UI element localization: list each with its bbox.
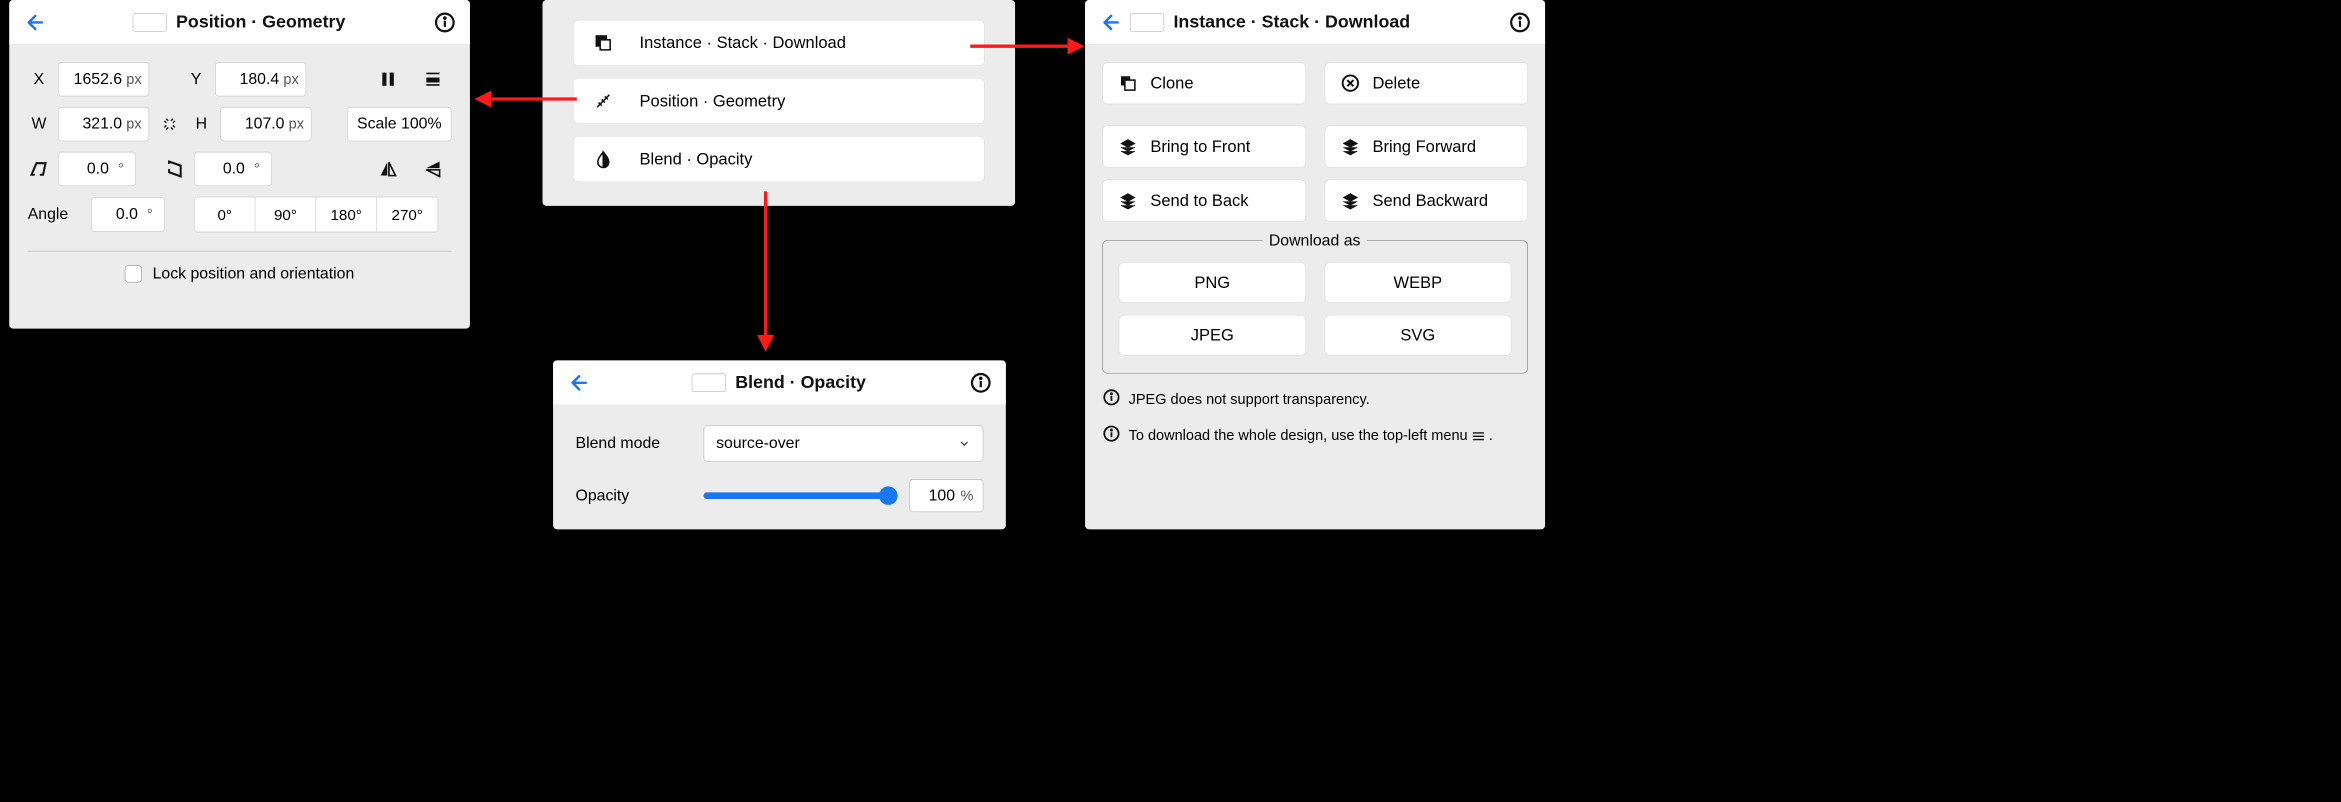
- main-menu-panel: Instance · Stack · Download Position · G…: [543, 0, 1016, 206]
- layers-icon: [1119, 191, 1137, 209]
- back-icon[interactable]: [1098, 11, 1120, 33]
- skew-y-icon: [164, 152, 186, 186]
- y-label: Y: [185, 70, 207, 88]
- menu-item-label: Blend · Opacity: [640, 149, 753, 168]
- panel-header: Instance · Stack · Download: [1085, 0, 1545, 45]
- download-fieldset: Download as PNG WEBP JPEG SVG: [1102, 240, 1528, 373]
- delete-button[interactable]: Delete: [1324, 62, 1528, 104]
- back-icon[interactable]: [22, 11, 44, 33]
- menu-item-blend[interactable]: Blend · Opacity: [573, 136, 985, 182]
- hamburger-icon: [1472, 425, 1485, 447]
- clone-button[interactable]: Clone: [1102, 62, 1306, 104]
- panel-title: Instance · Stack · Download: [1173, 12, 1410, 32]
- layers-icon: [1341, 137, 1359, 155]
- blend-mode-select[interactable]: source-over: [704, 425, 984, 462]
- angle-preset-270[interactable]: 270°: [377, 197, 438, 231]
- y-input[interactable]: px: [215, 62, 306, 96]
- info-icon: [1102, 424, 1120, 442]
- h-input[interactable]: px: [220, 107, 311, 141]
- skew-x-icon: [28, 152, 50, 186]
- menu-item-label: Position · Geometry: [640, 91, 786, 110]
- h-label: H: [190, 115, 212, 133]
- w-label: W: [28, 115, 50, 133]
- duplicate-icon: [1119, 74, 1137, 92]
- send-to-back-button[interactable]: Send to Back: [1102, 180, 1306, 222]
- info-icon[interactable]: [1508, 10, 1532, 34]
- panel-title: Blend · Opacity: [735, 372, 866, 392]
- panel-header: Position · Geometry: [9, 0, 470, 45]
- blend-mode-label: Blend mode: [576, 434, 688, 452]
- chevron-down-icon: [958, 437, 971, 450]
- opacity-label: Opacity: [576, 486, 688, 504]
- lock-label: Lock position and orientation: [153, 265, 355, 283]
- download-webp-button[interactable]: WEBP: [1324, 262, 1511, 303]
- w-input[interactable]: px: [58, 107, 149, 141]
- download-png-button[interactable]: PNG: [1119, 262, 1306, 303]
- opacity-slider[interactable]: [704, 492, 897, 499]
- align-horizontal-icon[interactable]: [370, 62, 407, 96]
- opacity-icon: [593, 149, 613, 169]
- angle-preset-180[interactable]: 180°: [316, 197, 377, 231]
- download-svg-button[interactable]: SVG: [1324, 315, 1511, 356]
- layers-icon: [1341, 191, 1359, 209]
- arrow-annotation: [752, 185, 778, 360]
- angle-presets: 0° 90° 180° 270°: [194, 197, 438, 233]
- back-icon[interactable]: [566, 371, 588, 393]
- instance-panel: Instance · Stack · Download Clone Delete…: [1085, 0, 1545, 529]
- blend-panel: Blend · Opacity Blend mode source-over O…: [553, 360, 1006, 529]
- info-icon[interactable]: [433, 10, 457, 34]
- scale-button[interactable]: Scale 100%: [347, 107, 451, 141]
- duplicate-icon: [593, 33, 613, 53]
- color-swatch[interactable]: [692, 373, 726, 391]
- angle-preset-0[interactable]: 0°: [195, 197, 256, 231]
- panel-header: Blend · Opacity: [553, 360, 1006, 405]
- info-icon: [1102, 388, 1120, 406]
- delete-icon: [1341, 74, 1359, 92]
- position-panel: Position · Geometry X px Y px W px H px …: [9, 0, 470, 329]
- x-input[interactable]: px: [58, 62, 149, 96]
- menu-item-position[interactable]: Position · Geometry: [573, 78, 985, 124]
- angle-preset-90[interactable]: 90°: [255, 197, 316, 231]
- lock-checkbox[interactable]: [125, 265, 142, 282]
- color-swatch[interactable]: [1130, 13, 1164, 31]
- bring-forward-button[interactable]: Bring Forward: [1324, 125, 1528, 167]
- bring-to-front-button[interactable]: Bring to Front: [1102, 125, 1306, 167]
- align-vertical-icon[interactable]: [414, 62, 451, 96]
- note-jpeg: JPEG does not support transparency.: [1102, 388, 1528, 410]
- angle-label: Angle: [28, 205, 83, 223]
- download-jpeg-button[interactable]: JPEG: [1119, 315, 1306, 356]
- panel-title: Position · Geometry: [176, 12, 345, 32]
- x-label: X: [28, 70, 50, 88]
- link-dimensions-icon[interactable]: [157, 107, 182, 141]
- note-whole-design: To download the whole design, use the to…: [1102, 424, 1528, 447]
- skew-x-input[interactable]: °: [58, 152, 136, 186]
- info-icon[interactable]: [969, 371, 993, 395]
- send-backward-button[interactable]: Send Backward: [1324, 180, 1528, 222]
- angle-input[interactable]: °: [91, 197, 165, 231]
- download-legend: Download as: [1262, 232, 1367, 250]
- menu-item-instance[interactable]: Instance · Stack · Download: [573, 20, 985, 66]
- opacity-input[interactable]: %: [909, 479, 983, 512]
- color-swatch[interactable]: [132, 13, 166, 31]
- layers-icon: [1119, 137, 1137, 155]
- ruler-icon: [593, 91, 613, 111]
- flip-horizontal-icon[interactable]: [370, 152, 407, 186]
- flip-vertical-icon[interactable]: [414, 152, 451, 186]
- skew-y-input[interactable]: °: [194, 152, 272, 186]
- menu-item-label: Instance · Stack · Download: [640, 33, 846, 52]
